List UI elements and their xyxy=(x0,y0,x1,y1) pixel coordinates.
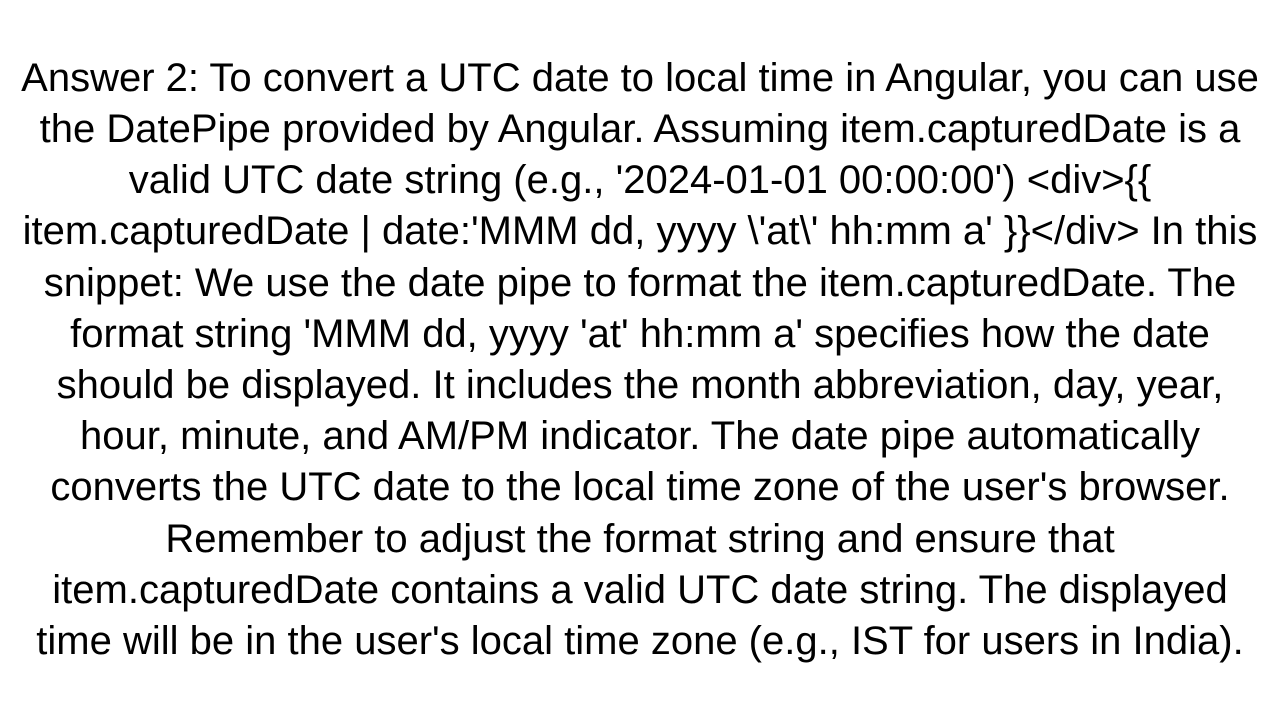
answer-text-block: Answer 2: To convert a UTC date to local… xyxy=(20,53,1260,667)
